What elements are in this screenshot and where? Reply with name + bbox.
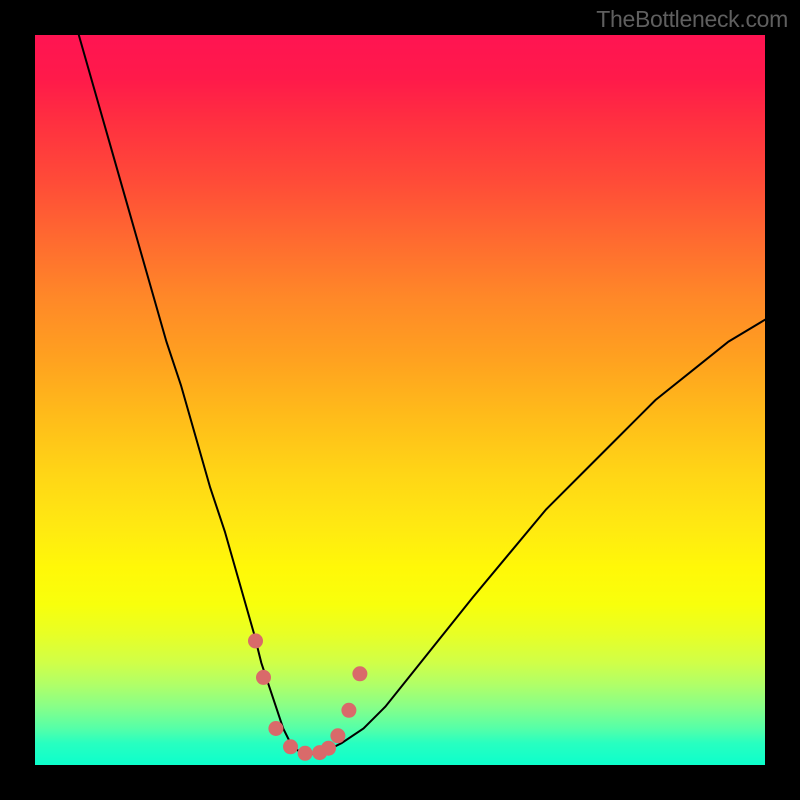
- plot-area: [35, 35, 765, 765]
- curve-svg: [35, 35, 765, 765]
- marker-dot: [341, 703, 356, 718]
- marker-dot: [321, 741, 336, 756]
- marker-dot: [268, 721, 283, 736]
- marker-dot: [298, 746, 313, 761]
- marker-dot: [330, 728, 345, 743]
- bottleneck-curve: [79, 35, 765, 754]
- chart-frame: TheBottleneck.com: [0, 0, 800, 800]
- marker-dot: [248, 633, 263, 648]
- marker-dot: [256, 670, 271, 685]
- watermark-text: TheBottleneck.com: [596, 6, 788, 33]
- marker-dot: [352, 666, 367, 681]
- marker-group: [248, 633, 367, 760]
- marker-dot: [283, 739, 298, 754]
